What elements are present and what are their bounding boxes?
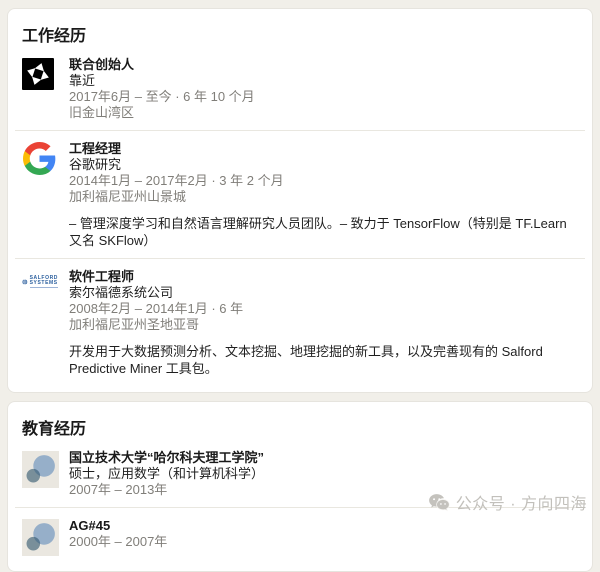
company-logo-google[interactable] xyxy=(22,140,58,175)
school-name[interactable]: AG#45 xyxy=(69,517,578,534)
job-date-range: 2014年1月 – 2017年2月 · 3 年 2 个月 xyxy=(69,173,578,189)
company-logo-near[interactable] xyxy=(22,56,58,90)
job-location: 旧金山湾区 xyxy=(69,105,578,121)
school-name[interactable]: 国立技术大学“哈尔科夫理工学院” xyxy=(69,449,578,466)
salford-systems-icon: SALFORD SYSTEMS xyxy=(22,270,58,288)
watermark-text: 公众号 · 方向四海 xyxy=(456,490,587,514)
education-card: 教育经历 国立技术大学“哈尔科夫理工学院” 硕士，应用数学（和计算机科学） 20… xyxy=(7,401,593,572)
wechat-icon xyxy=(428,493,450,512)
work-entry: SALFORD SYSTEMS 软件工程师 索尔福德系统公司 2008年2月 –… xyxy=(8,259,592,386)
job-description: 开发用于大数据预测分析、文本挖掘、地理挖掘的新工具，以及完善现有的 Salfor… xyxy=(69,343,578,377)
job-title: 联合创始人 xyxy=(69,56,578,73)
work-experience-card: 工作经历 联合创始人 靠近 2017年6月 – 至今 · 6 年 10 个月 旧… xyxy=(7,8,593,393)
degree: 硕士，应用数学（和计算机科学） xyxy=(69,466,578,482)
watermark: 公众号 · 方向四海 xyxy=(428,490,587,514)
near-pinwheel-icon xyxy=(22,58,54,90)
job-description: – 管理深度学习和自然语言理解研究人员团队。– 致力于 TensorFlow（特… xyxy=(69,215,578,249)
salford-logo-text-line2: SYSTEMS xyxy=(30,281,58,286)
job-title: 软件工程师 xyxy=(69,268,578,285)
job-date-range: 2008年2月 – 2014年1月 · 6 年 xyxy=(69,301,578,317)
school-placeholder-icon xyxy=(22,519,59,556)
job-location: 加利福尼亚州圣地亚哥 xyxy=(69,317,578,333)
globe-icon xyxy=(22,277,28,287)
education-date-range: 2000年 – 2007年 xyxy=(69,534,578,550)
work-entry: 工程经理 谷歌研究 2014年1月 – 2017年2月 · 3 年 2 个月 加… xyxy=(8,131,592,258)
company-name[interactable]: 索尔福德系统公司 xyxy=(69,285,578,301)
work-entry: 联合创始人 靠近 2017年6月 – 至今 · 6 年 10 个月 旧金山湾区 xyxy=(8,47,592,130)
company-name[interactable]: 靠近 xyxy=(69,73,578,89)
google-g-icon xyxy=(23,142,56,175)
company-name[interactable]: 谷歌研究 xyxy=(69,157,578,173)
job-date-range: 2017年6月 – 至今 · 6 年 10 个月 xyxy=(69,89,578,105)
school-placeholder-icon xyxy=(22,451,59,488)
company-logo-salford[interactable]: SALFORD SYSTEMS xyxy=(22,268,58,288)
education-section-title: 教育经历 xyxy=(8,406,592,440)
job-location: 加利福尼亚州山景城 xyxy=(69,189,578,205)
school-logo[interactable] xyxy=(22,449,58,488)
job-title: 工程经理 xyxy=(69,140,578,157)
school-logo[interactable] xyxy=(22,517,58,556)
work-section-title: 工作经历 xyxy=(8,13,592,47)
